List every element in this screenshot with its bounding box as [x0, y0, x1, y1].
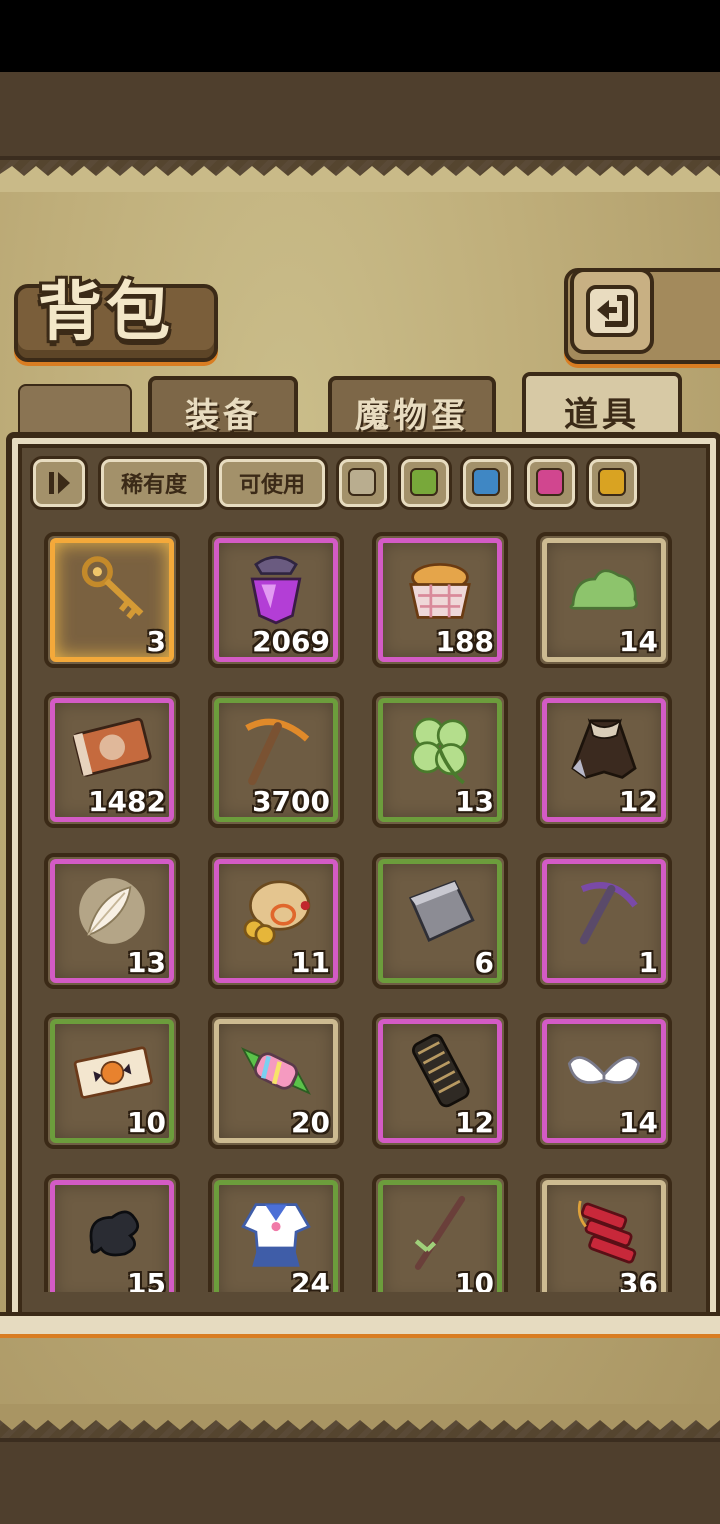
swatch-rare-color	[472, 468, 500, 496]
inventory-slot[interactable]: 15	[44, 1174, 180, 1292]
tab-equipment-label: 装备	[185, 395, 261, 436]
parchment-bottom-edge	[0, 1404, 720, 1430]
item-count: 1	[638, 946, 658, 979]
item-count: 11	[291, 946, 330, 979]
item-count: 10	[127, 1106, 166, 1139]
swatch-legendary-color	[598, 468, 626, 496]
ticket-card-icon	[72, 717, 152, 777]
return-arrow-icon	[586, 285, 638, 337]
item-count: 1482	[88, 785, 166, 818]
inventory-slot[interactable]: 13	[372, 692, 508, 828]
bottom-banner-strip	[0, 1438, 720, 1524]
inventory-slot[interactable]: 10	[372, 1174, 508, 1292]
rarity-filter-common[interactable]	[336, 456, 390, 510]
item-count: 3700	[252, 785, 330, 818]
page-title: 背包	[38, 276, 174, 350]
rarity-sort-button[interactable]: 稀有度	[98, 456, 210, 510]
white-feather-icon	[79, 878, 145, 944]
item-count: 36	[619, 1267, 658, 1292]
item-count: 6	[474, 946, 494, 979]
rarity-filter-legendary[interactable]	[586, 456, 640, 510]
status-bar	[0, 0, 720, 72]
item-count: 12	[455, 1106, 494, 1139]
item-count: 10	[455, 1267, 494, 1292]
top-banner-strip	[0, 72, 720, 160]
panel-bottom-rim	[0, 1312, 720, 1338]
item-count: 15	[127, 1267, 166, 1292]
back-button[interactable]	[570, 268, 654, 354]
golden-key-icon	[81, 556, 144, 620]
item-count: 13	[127, 946, 166, 979]
usable-filter-label: 可使用	[238, 473, 305, 498]
sort-toggle-button[interactable]	[30, 456, 88, 510]
swatch-epic-color	[536, 468, 564, 496]
black-dragon-icon	[89, 1210, 140, 1257]
purple-potion-icon	[250, 555, 302, 625]
sailor-uniform-icon	[241, 1203, 311, 1267]
inventory-slot[interactable]: 3	[44, 532, 180, 668]
item-count: 188	[435, 625, 494, 658]
angel-wings-icon	[567, 1056, 641, 1084]
item-count: 24	[291, 1267, 330, 1292]
item-count: 2069	[252, 625, 330, 658]
dark-scroll-icon	[412, 1033, 470, 1108]
inventory-slot[interactable]: 10	[44, 1013, 180, 1149]
inventory-slot[interactable]: 188	[372, 532, 508, 668]
item-count: 14	[619, 1106, 658, 1139]
purple-pickaxe-icon	[579, 882, 638, 945]
item-count: 14	[619, 625, 658, 658]
tab-monster-eggs-label: 魔物蛋	[355, 395, 469, 436]
swatch-common-color	[348, 468, 376, 496]
rarity-sort-label: 稀有度	[120, 473, 187, 498]
item-count: 20	[291, 1106, 330, 1139]
rarity-filter-rare[interactable]	[460, 456, 514, 510]
wooden-wand-icon	[414, 1195, 466, 1270]
firecracker-icon	[577, 1200, 637, 1264]
inventory-slot[interactable]: 1	[536, 853, 672, 989]
metal-ingot-icon	[408, 880, 475, 943]
inventory-slot[interactable]: 36	[536, 1174, 672, 1292]
item-count: 12	[619, 785, 658, 818]
pumpkin-ticket-icon	[73, 1046, 153, 1099]
usable-filter-button[interactable]: 可使用	[216, 456, 328, 510]
swatch-uncommon-color	[410, 468, 438, 496]
dark-cloak-icon	[571, 718, 637, 779]
inventory-slot[interactable]: 14	[536, 532, 672, 668]
gold-coin-sack-icon	[243, 880, 311, 946]
pickaxe-icon	[245, 718, 310, 786]
inventory-slot[interactable]: 12	[536, 692, 672, 828]
four-leaf-clover-icon	[411, 717, 469, 785]
inventory-slot[interactable]: 1482	[44, 692, 180, 828]
item-grid: 3 2069 188 14 1482 3700 13 12 13 11 6 1 10 20 12 14 15 24…	[26, 520, 694, 1292]
parchment-top-edge	[0, 166, 720, 192]
inventory-slot[interactable]: 6	[372, 853, 508, 989]
bread-basket-icon	[409, 563, 471, 619]
rarity-filter-uncommon[interactable]	[398, 456, 452, 510]
item-count: 3	[146, 625, 166, 658]
inventory-slot[interactable]: 20	[208, 1013, 344, 1149]
inventory-slot[interactable]: 13	[44, 853, 180, 989]
inventory-slot[interactable]: 14	[536, 1013, 672, 1149]
inventory-slot[interactable]: 24	[208, 1174, 344, 1292]
tab-items-label: 道具	[564, 394, 640, 435]
inventory-slot[interactable]: 3700	[208, 692, 344, 828]
inventory-slot[interactable]: 11	[208, 853, 344, 989]
candy-icon	[241, 1047, 311, 1095]
rarity-filter-epic[interactable]	[524, 456, 578, 510]
inventory-slot[interactable]: 2069	[208, 532, 344, 668]
green-slime-icon	[569, 569, 639, 610]
item-count: 13	[455, 785, 494, 818]
inventory-slot[interactable]: 12	[372, 1013, 508, 1149]
sort-toggle-icon	[49, 472, 70, 494]
